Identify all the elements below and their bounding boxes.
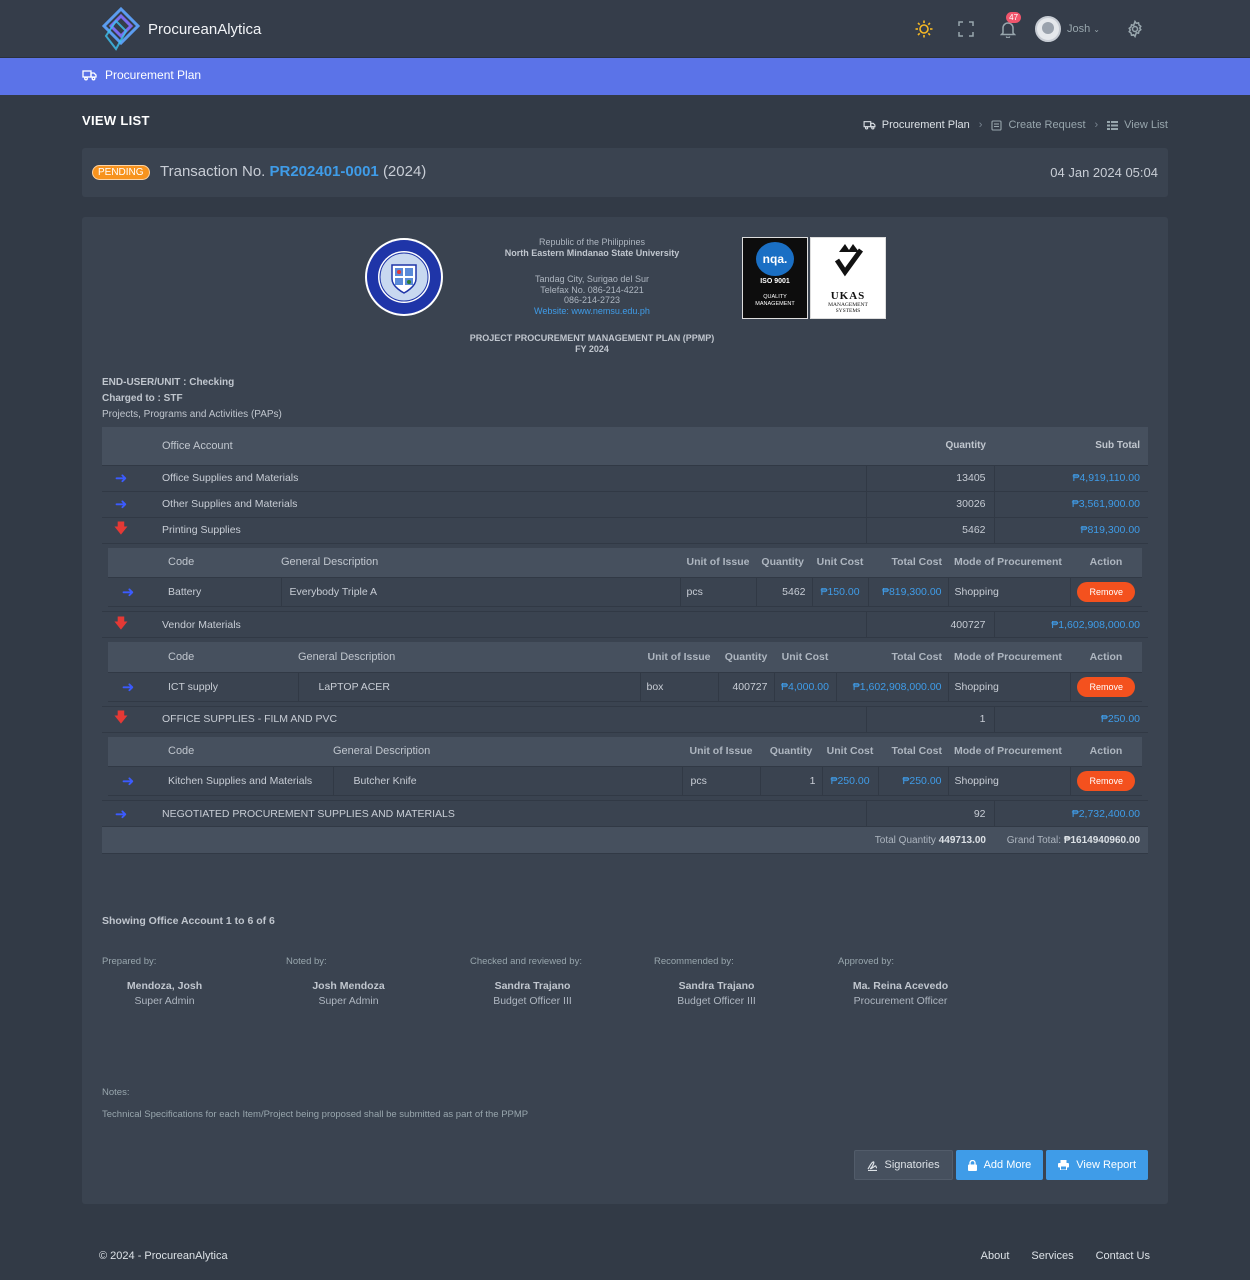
user-name: Josh bbox=[1067, 23, 1091, 35]
arrow-right-icon[interactable]: ➜ bbox=[108, 766, 148, 796]
chevron-down-icon: ⌄ bbox=[1093, 24, 1100, 34]
table-row[interactable]: ➜ Other Supplies and Materials 30026 ₱3,… bbox=[102, 491, 1148, 518]
footer-link-about[interactable]: About bbox=[981, 1250, 1010, 1262]
plan-meta: END-USER/UNIT : Checking Charged to : ST… bbox=[102, 375, 282, 423]
arrow-down-icon[interactable]: 🡇 bbox=[102, 611, 140, 638]
nav-procurement-plan-label: Procurement Plan bbox=[105, 68, 202, 82]
notes-section: Notes: Technical Specifications for each… bbox=[102, 1087, 529, 1120]
footer-link-contact[interactable]: Contact Us bbox=[1096, 1250, 1150, 1262]
arrow-right-icon[interactable]: ➜ bbox=[108, 577, 148, 607]
remove-button[interactable]: Remove bbox=[1077, 771, 1135, 791]
top-bar: ProcureanAlytica 47 Josh ⌄ bbox=[0, 0, 1250, 58]
lock-icon bbox=[967, 1159, 977, 1171]
table-row[interactable]: ➜ Office Supplies and Materials 13405 ₱4… bbox=[102, 465, 1148, 492]
theme-toggle-sun-icon[interactable] bbox=[909, 14, 939, 44]
remove-button[interactable]: Remove bbox=[1077, 676, 1135, 697]
arrow-right-icon[interactable]: ➜ bbox=[102, 491, 140, 518]
copyright: © 2024 - ProcureanAlytica bbox=[99, 1250, 228, 1262]
transaction-number: PR202401-0001 bbox=[269, 163, 379, 180]
signatories-button[interactable]: Signatories bbox=[853, 1150, 953, 1180]
chevron-right-icon: › bbox=[978, 119, 983, 131]
chevron-right-icon: › bbox=[1094, 119, 1099, 131]
signatory: Noted by: Josh Mendoza Super Admin bbox=[286, 956, 385, 1007]
signatory: Checked and reviewed by: Sandra Trajano … bbox=[470, 956, 582, 1007]
signatory: Prepared by: Mendoza, Josh Super Admin bbox=[102, 956, 203, 1007]
truck-icon bbox=[82, 70, 97, 81]
nav-bar: Procurement Plan bbox=[0, 58, 1250, 95]
transaction-title: Transaction No. PR202401-0001 (2024) bbox=[160, 163, 427, 180]
ppmp-card: Republic of the Philippines North Easter… bbox=[82, 217, 1168, 1204]
arrow-right-icon[interactable]: ➜ bbox=[102, 800, 140, 827]
item-row: ➜ Kitchen Supplies and Materials Butcher… bbox=[108, 766, 1142, 796]
breadcrumb-create-request[interactable]: Create Request bbox=[991, 119, 1086, 131]
list-icon bbox=[1107, 120, 1119, 130]
logo-icon bbox=[101, 6, 141, 51]
app-logo[interactable]: ProcureanAlytica bbox=[98, 6, 261, 52]
table-row[interactable]: 🡇 Vendor Materials 400727 ₱1,602,908,000… bbox=[102, 611, 1148, 638]
truck-icon bbox=[863, 121, 876, 130]
printer-icon bbox=[1058, 1160, 1070, 1170]
remove-button[interactable]: Remove bbox=[1077, 582, 1135, 602]
ukas-logo-icon: UKAS MANAGEMENT SYSTEMS bbox=[810, 237, 886, 319]
charged-to: Charged to : STF bbox=[102, 393, 183, 404]
nested-row: Code General Description Unit of Issue Q… bbox=[102, 543, 1148, 612]
avatar bbox=[1035, 16, 1062, 42]
grand-total: ₱1614940960.00 bbox=[1063, 834, 1140, 846]
action-buttons: Signatories Add More View Report bbox=[851, 1150, 1148, 1180]
university-seal-icon bbox=[365, 238, 443, 316]
footer: © 2024 - ProcureanAlytica About Services… bbox=[0, 1242, 1250, 1270]
signatories-section: Prepared by: Mendoza, Josh Super Admin N… bbox=[102, 956, 1022, 1007]
nested-row: Code General Description Unit of Issue Q… bbox=[102, 637, 1148, 707]
transaction-card: PENDING Transaction No. PR202401-0001 (2… bbox=[82, 148, 1168, 197]
signatory: Approved by: Ma. Reina Acevedo Procureme… bbox=[838, 956, 949, 1007]
gear-icon[interactable] bbox=[1120, 14, 1150, 44]
showing-count: Showing Office Account 1 to 6 of 6 bbox=[102, 915, 275, 927]
table-header: Office Account Quantity Sub Total bbox=[102, 427, 1148, 466]
table-row[interactable]: ➜ NEGOTIATED PROCUREMENT SUPPLIES AND MA… bbox=[102, 800, 1148, 827]
nqa-iso-logo-icon: nqa. ISO 9001 QUALITY MANAGEMENT bbox=[742, 237, 808, 319]
page-title: VIEW LIST bbox=[82, 113, 150, 128]
add-more-button[interactable]: Add More bbox=[955, 1150, 1044, 1180]
notification-badge: 47 bbox=[1006, 12, 1022, 23]
certification-logos: nqa. ISO 9001 QUALITY MANAGEMENT UKAS MA… bbox=[742, 237, 886, 319]
arrow-right-icon[interactable]: ➜ bbox=[108, 672, 148, 702]
item-table: Code General Description Unit of Issue Q… bbox=[108, 736, 1142, 796]
signatory: Recommended by: Sandra Trajano Budget Of… bbox=[654, 956, 756, 1007]
end-user: END-USER/UNIT : Checking bbox=[102, 377, 235, 388]
item-row: ➜ ICT supply LaPTOP ACER box 400727 ₱4,0… bbox=[108, 672, 1142, 702]
app-name: ProcureanAlytica bbox=[148, 20, 262, 38]
fullscreen-icon[interactable] bbox=[951, 14, 981, 44]
item-table: Code General Description Unit of Issue Q… bbox=[108, 547, 1142, 607]
nav-procurement-plan[interactable]: Procurement Plan bbox=[82, 68, 201, 82]
university-header: Republic of the Philippines North Easter… bbox=[472, 237, 712, 316]
table-row[interactable]: 🡇 OFFICE SUPPLIES - FILM AND PVC 1 ₱250.… bbox=[102, 706, 1148, 733]
form-icon bbox=[991, 119, 1003, 131]
breadcrumb-procurement-plan[interactable]: Procurement Plan bbox=[863, 119, 970, 131]
plan-title: PROJECT PROCUREMENT MANAGEMENT PLAN (PPM… bbox=[469, 333, 715, 354]
footer-link-services[interactable]: Services bbox=[1031, 1250, 1073, 1262]
view-report-button[interactable]: View Report bbox=[1046, 1150, 1148, 1180]
office-account-table: Office Account Quantity Sub Total ➜ Offi… bbox=[102, 427, 1148, 854]
signature-icon bbox=[867, 1160, 877, 1171]
website-link[interactable]: Website: www.nemsu.edu.ph bbox=[472, 306, 712, 317]
item-table: Code General Description Unit of Issue Q… bbox=[108, 642, 1142, 702]
transaction-date: 04 Jan 2024 05:04 bbox=[1050, 165, 1158, 180]
paps-label: Projects, Programs and Activities (PAPs) bbox=[102, 409, 282, 420]
totals-row: Total Quantity 449713.00 Grand Total: ₱1… bbox=[102, 826, 1148, 854]
breadcrumb: Procurement Plan › Create Request › View… bbox=[863, 119, 1168, 131]
status-badge: PENDING bbox=[92, 165, 150, 180]
breadcrumb-view-list: View List bbox=[1107, 119, 1168, 131]
table-row[interactable]: 🡇 Printing Supplies 5462 ₱819,300.00 bbox=[102, 517, 1148, 544]
arrow-down-icon[interactable]: 🡇 bbox=[102, 517, 140, 544]
notification-bell-icon[interactable]: 47 bbox=[993, 12, 1023, 44]
total-quantity: 449713.00 bbox=[938, 834, 986, 846]
item-row: ➜ Battery Everybody Triple A pcs 5462 ₱1… bbox=[108, 577, 1142, 607]
arrow-right-icon[interactable]: ➜ bbox=[102, 465, 140, 492]
user-menu[interactable]: Josh ⌄ bbox=[1035, 16, 1100, 42]
arrow-down-icon[interactable]: 🡇 bbox=[102, 706, 140, 733]
nested-row: Code General Description Unit of Issue Q… bbox=[102, 732, 1148, 801]
